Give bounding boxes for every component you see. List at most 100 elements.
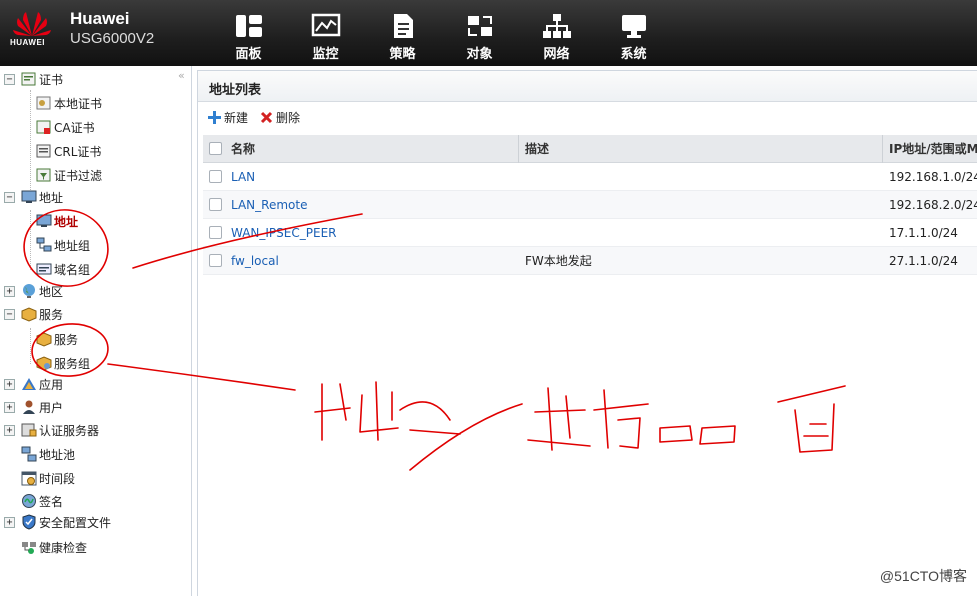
table-header: 名称 描述 IP地址/范围或MA xyxy=(203,134,977,163)
tree-label: 签名 xyxy=(39,494,64,509)
nav-label: 系统 xyxy=(620,47,647,62)
table-row[interactable]: LAN_Remote 192.168.2.0/24 xyxy=(203,191,977,219)
table-row[interactable]: fw_local FW本地发起 27.1.1.0/24 xyxy=(203,247,977,275)
nav-network[interactable]: 网络 xyxy=(518,0,595,66)
crl-cert-icon xyxy=(36,144,51,158)
expand-icon[interactable]: + xyxy=(4,516,15,528)
column-header-ip[interactable]: IP地址/范围或MA xyxy=(883,140,977,157)
nav-label: 策略 xyxy=(389,47,416,62)
tree-node-region[interactable]: + 地区 xyxy=(4,280,63,302)
tree-node-user[interactable]: + 用户 xyxy=(4,396,63,418)
brand-name: Huawei xyxy=(70,9,130,28)
system-icon xyxy=(621,15,646,38)
expand-icon[interactable]: + xyxy=(4,424,15,436)
new-button[interactable]: 新建 xyxy=(208,109,248,126)
delete-button-label: 删除 xyxy=(276,111,301,125)
tree-node-address-group-folder[interactable]: − 地址 xyxy=(4,186,63,208)
collapse-icon[interactable]: − xyxy=(4,308,15,320)
main-nav: 面板 监控 策略 对象 网络 系统 xyxy=(210,0,672,66)
dashboard-icon xyxy=(235,15,262,37)
address-monitor-icon xyxy=(21,190,37,203)
nav-object[interactable]: 对象 xyxy=(441,0,518,66)
tree-node-ca-cert[interactable]: CA证书 xyxy=(36,116,95,138)
address-list-panel: 地址列表 新建 删除 名称 描述 IP地址/范围或MA LAN 192.168.… xyxy=(197,70,977,596)
column-header-name[interactable]: 名称 xyxy=(227,134,519,163)
tree-node-service[interactable]: 服务 xyxy=(36,328,78,350)
nav-monitor[interactable]: 监控 xyxy=(287,0,364,66)
tree-node-service-folder[interactable]: − 服务 xyxy=(4,303,63,325)
address-ip: 27.1.1.0/24 xyxy=(889,253,958,268)
service-group-icon xyxy=(36,356,52,371)
address-name-link[interactable]: fw_local xyxy=(231,254,279,268)
tree-node-crl-cert[interactable]: CRL证书 xyxy=(36,140,101,162)
tree-label: 地址池 xyxy=(39,447,76,462)
address-pool-icon xyxy=(21,446,37,462)
select-all-checkbox[interactable] xyxy=(208,142,222,155)
tree-label: 时间段 xyxy=(39,471,76,486)
calendar-icon xyxy=(21,471,37,486)
nav-label: 面板 xyxy=(235,47,262,62)
tree-node-address-group[interactable]: 地址组 xyxy=(36,234,90,256)
tree-label: 服务 xyxy=(39,307,64,322)
tree-label: 用户 xyxy=(39,400,64,415)
tree-label: 域名组 xyxy=(54,262,91,277)
row-checkbox[interactable] xyxy=(208,226,222,239)
tree-node-local-cert[interactable]: 本地证书 xyxy=(36,92,102,114)
toolbar: 新建 删除 xyxy=(208,109,300,126)
tree-label-selected: 地址 xyxy=(54,214,79,229)
device-model: USG6000V2 xyxy=(70,30,155,47)
tree-node-address[interactable]: 地址 xyxy=(36,210,78,232)
signature-icon xyxy=(22,494,36,508)
tree-label: 本地证书 xyxy=(54,96,103,111)
address-name-link[interactable]: LAN xyxy=(231,170,255,184)
row-checkbox[interactable] xyxy=(208,198,222,211)
auth-server-icon xyxy=(21,423,37,437)
collapse-sidebar-icon[interactable]: « xyxy=(178,69,185,82)
watermark: @51CTO博客 xyxy=(879,568,967,584)
tree-label: 证书 xyxy=(39,72,64,87)
expand-icon[interactable]: + xyxy=(4,378,15,390)
table-row[interactable]: WAN_IPSEC_PEER 17.1.1.0/24 xyxy=(203,219,977,247)
delete-button[interactable]: 删除 xyxy=(260,109,300,126)
address-name-link[interactable]: LAN_Remote xyxy=(231,198,307,212)
nav-policy[interactable]: 策略 xyxy=(364,0,441,66)
tree-node-security-profile[interactable]: + 安全配置文件 xyxy=(4,511,111,533)
address-ip: 17.1.1.0/24 xyxy=(889,225,958,240)
delete-x-icon xyxy=(260,111,273,124)
tree-label: 健康检查 xyxy=(39,540,88,555)
tree-node-domain-group[interactable]: 域名组 xyxy=(36,258,90,280)
expand-icon[interactable]: + xyxy=(4,285,15,297)
column-header-desc[interactable]: 描述 xyxy=(519,134,883,163)
tree-node-address-pool[interactable]: 地址池 xyxy=(4,443,75,465)
certificate-icon xyxy=(21,72,36,86)
row-checkbox[interactable] xyxy=(208,254,222,267)
tree-node-service-group[interactable]: 服务组 xyxy=(36,352,90,374)
tree-node-cert-filter[interactable]: 证书过滤 xyxy=(36,164,102,186)
nav-system[interactable]: 系统 xyxy=(595,0,672,66)
tree-node-auth-server[interactable]: + 认证服务器 xyxy=(4,419,99,441)
object-icon xyxy=(467,16,492,36)
object-tree-sidebar: « − 证书 本地证书 CA证书 CRL证书 证书过滤 − 地址 地址 地址组 … xyxy=(0,66,192,596)
table-row[interactable]: LAN 192.168.1.0/24 xyxy=(203,163,977,191)
collapse-icon[interactable]: − xyxy=(4,191,15,203)
local-cert-icon xyxy=(36,96,51,110)
collapse-icon[interactable]: − xyxy=(4,73,15,85)
row-checkbox[interactable] xyxy=(208,170,222,183)
expand-icon[interactable]: + xyxy=(4,401,15,413)
address-name-link[interactable]: WAN_IPSEC_PEER xyxy=(231,226,337,240)
address-ip: 192.168.2.0/24 xyxy=(889,197,977,212)
application-icon xyxy=(22,378,36,390)
globe-icon xyxy=(23,284,35,298)
tree-label: 证书过滤 xyxy=(54,168,103,183)
tree-node-application[interactable]: + 应用 xyxy=(4,373,63,395)
tree-node-signature[interactable]: 签名 xyxy=(4,490,63,512)
shield-icon xyxy=(22,514,36,530)
tree-label: 应用 xyxy=(39,377,64,392)
tree-label: 服务组 xyxy=(54,356,91,371)
nav-dashboard[interactable]: 面板 xyxy=(210,0,287,66)
tree-node-time-range[interactable]: 时间段 xyxy=(4,467,75,489)
tree-node-health-check[interactable]: 健康检查 xyxy=(4,536,87,558)
policy-icon xyxy=(393,14,413,38)
tree-node-certificate[interactable]: − 证书 xyxy=(4,68,63,90)
address-icon xyxy=(36,214,52,227)
